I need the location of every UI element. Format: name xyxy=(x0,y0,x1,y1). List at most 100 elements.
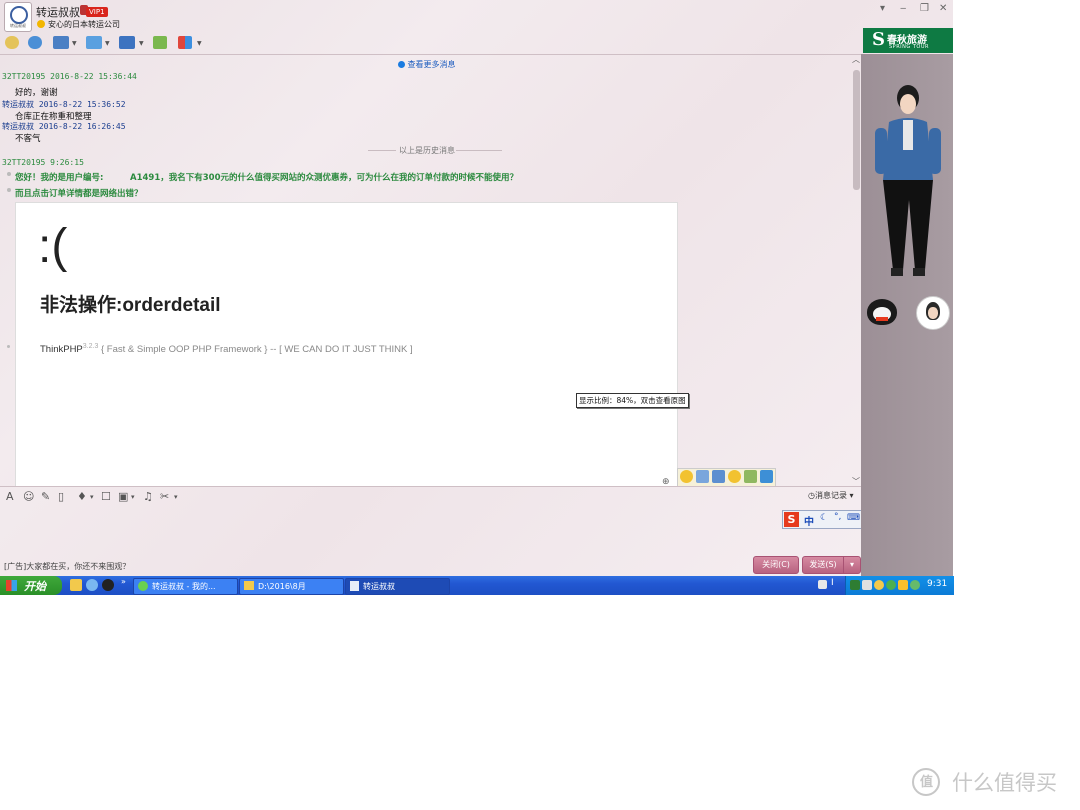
antivirus-icon[interactable] xyxy=(910,580,920,590)
taskbar-item[interactable]: 转运叔叔 - 我的... xyxy=(133,578,238,595)
punctuation-icon[interactable]: °, xyxy=(834,512,841,522)
qq-chat-icon xyxy=(138,581,148,591)
embedded-image[interactable]: :( 非法操作:orderdetail ThinkPHP3.2.3 { Fast… xyxy=(15,202,678,487)
scissors-icon[interactable]: ✂ xyxy=(160,490,169,503)
toolbar-divider xyxy=(0,54,861,55)
image-icon[interactable] xyxy=(744,470,757,483)
screenshot-icon[interactable] xyxy=(712,470,725,483)
message-text: 而且点击订单详情都是网络出错？ xyxy=(15,189,143,199)
watermark-text: 什么值得买 xyxy=(952,771,1057,795)
qq-show-figure[interactable] xyxy=(863,80,953,290)
dropdown-icon[interactable]: ▾ xyxy=(880,3,885,14)
remote-desktop-icon[interactable] xyxy=(53,36,69,49)
edit-icon[interactable]: ☐ xyxy=(101,490,111,503)
scroll-up-icon[interactable]: ︿ xyxy=(852,54,860,65)
chevron-down-icon[interactable]: ▼ xyxy=(197,40,202,47)
contact-signature: 安心的日本转运公司 xyxy=(48,20,120,29)
voice-message-icon[interactable]: ♦ xyxy=(77,490,87,503)
minimize-icon[interactable]: ‒ xyxy=(900,3,906,14)
bullet-dot xyxy=(7,172,11,176)
brand-banner[interactable]: S 春秋旅游 SPRING TOUR xyxy=(863,28,953,53)
send-file-icon[interactable] xyxy=(86,36,102,49)
error-title: 非法操作:orderdetail xyxy=(40,295,221,316)
keyboard-icon[interactable]: ⌨ xyxy=(847,513,860,523)
chevron-down-icon[interactable]: ▾ xyxy=(131,493,135,501)
send-options-button[interactable]: ▾ xyxy=(843,556,861,574)
start-button[interactable]: 开始 xyxy=(0,576,62,595)
smile-icon[interactable] xyxy=(680,470,693,483)
chevron-down-icon[interactable]: ▼ xyxy=(139,40,144,47)
close-icon[interactable]: ✕ xyxy=(939,3,947,14)
network-icon[interactable] xyxy=(850,580,860,590)
send-button[interactable]: 发送(S) xyxy=(802,556,844,574)
history-icon: ◷ xyxy=(808,491,815,500)
ime-indicator[interactable]: I xyxy=(831,578,834,588)
view-more-label: 查看更多消息 xyxy=(407,60,456,69)
history-divider-line xyxy=(456,150,502,151)
emoticon-icon[interactable] xyxy=(728,470,741,483)
watermark-logo-glyph: 值 xyxy=(920,775,934,790)
browser-icon[interactable] xyxy=(86,579,98,591)
vibrate-icon[interactable]: ▯ xyxy=(58,490,64,503)
save-icon[interactable] xyxy=(696,470,709,483)
input-divider xyxy=(0,486,861,487)
framework-name: ThinkPHP xyxy=(40,344,83,356)
view-more-link[interactable]: 查看更多消息 xyxy=(398,59,456,70)
scrollbar-thumb[interactable] xyxy=(853,70,860,190)
sad-face: :( xyxy=(38,220,68,273)
magic-icon[interactable]: ✎ xyxy=(41,490,50,503)
bullet-dot xyxy=(7,345,10,348)
picture-icon[interactable]: ▣ xyxy=(118,490,128,503)
start-label: 开始 xyxy=(24,580,46,593)
music-icon[interactable]: ♫ xyxy=(143,490,153,503)
font-icon[interactable]: A xyxy=(6,490,14,503)
qq-tray-icon[interactable] xyxy=(898,580,908,590)
sound-icon[interactable] xyxy=(862,580,872,590)
task-label: 转运叔叔 - 我的... xyxy=(152,582,216,591)
update-icon[interactable] xyxy=(886,580,896,590)
status-icon xyxy=(37,20,45,28)
logo-mark xyxy=(10,6,28,24)
chat-scrollbar[interactable] xyxy=(852,55,861,485)
qq-icon[interactable] xyxy=(102,579,114,591)
apps-icon[interactable] xyxy=(178,36,192,49)
zoom-tooltip: 显示比例：84%，双击查看原图 xyxy=(576,393,689,408)
maximize-icon[interactable]: ❐ xyxy=(920,3,929,14)
contact-avatar[interactable]: 转运叔叔 xyxy=(4,2,32,32)
chevron-down-icon[interactable]: ▾ xyxy=(90,493,94,501)
video-call-icon[interactable] xyxy=(28,36,42,49)
folder-icon[interactable] xyxy=(70,579,82,591)
create-group-icon[interactable] xyxy=(153,36,167,49)
taskbar-item[interactable]: D:\2016\8月 xyxy=(239,578,344,595)
moon-icon[interactable]: ☾ xyxy=(820,513,828,523)
message-header: 32TT20195 9:26:15 xyxy=(2,158,84,167)
logo-text: 转运叔叔 xyxy=(10,23,26,28)
framework-line: ThinkPHP3.2.3 { Fast & Simple OOP PHP Fr… xyxy=(40,343,413,355)
contact-name[interactable]: 转运叔叔 xyxy=(36,4,80,20)
bullet-dot xyxy=(7,188,11,192)
security-icon[interactable] xyxy=(874,580,884,590)
ime-mode[interactable]: 中 xyxy=(804,513,814,528)
brand-logo-icon: S xyxy=(872,29,885,50)
star-icon[interactable] xyxy=(760,470,773,483)
chevron-down-icon[interactable]: ▼ xyxy=(105,40,110,47)
chevron-right-icon[interactable]: » xyxy=(121,577,126,586)
image-viewer-icon xyxy=(350,581,359,591)
user-avatar[interactable] xyxy=(916,296,950,330)
share-screen-icon[interactable] xyxy=(119,36,135,49)
message-history-button[interactable]: ◷消息记录 ▾ xyxy=(808,490,854,501)
history-divider-label: 以上是历史消息 xyxy=(399,146,455,155)
sogou-icon[interactable]: S xyxy=(784,512,799,527)
chevron-down-icon[interactable]: ▼ xyxy=(72,40,77,47)
chevron-down-icon[interactable]: ▾ xyxy=(174,493,178,501)
vip-badge[interactable]: VIP1 xyxy=(86,7,108,17)
voice-call-icon[interactable] xyxy=(5,36,19,49)
taskbar-item[interactable]: 转运叔叔 xyxy=(345,578,450,595)
message-header: 转运叔叔 2016-8-22 16:26:45 xyxy=(2,122,126,131)
qq-penguin-icon[interactable] xyxy=(867,299,897,325)
ad-link[interactable]: [广告]大家都在买，你还不来围观？ xyxy=(4,561,130,572)
emoji-icon[interactable]: ☺ xyxy=(23,490,34,503)
close-button[interactable]: 关闭(C) xyxy=(753,556,799,574)
message-text: 不客气 xyxy=(15,134,41,144)
language-icon[interactable] xyxy=(818,580,827,589)
